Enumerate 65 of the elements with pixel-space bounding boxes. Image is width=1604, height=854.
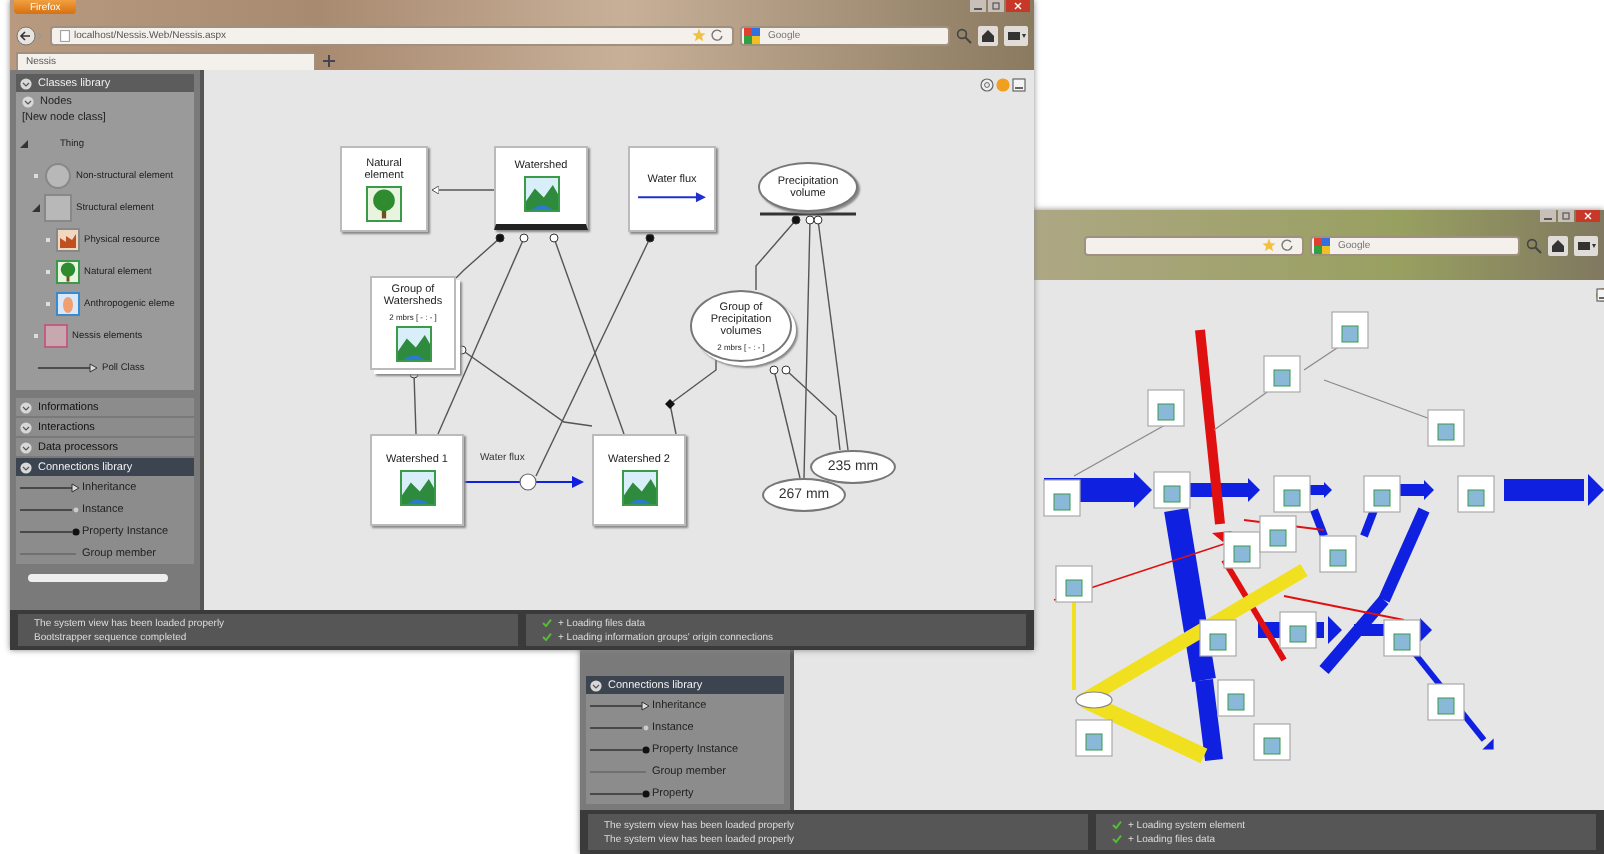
landscape-icon [523, 176, 559, 212]
landscape-icon [395, 326, 431, 362]
close-icon [1006, 0, 1030, 12]
property-instance-line-icon [20, 525, 80, 537]
reload-icon [710, 28, 724, 42]
collapsed-icon[interactable] [44, 268, 52, 276]
back-icon [16, 25, 44, 45]
menu-icon [1004, 25, 1028, 45]
property-instance-line-icon [590, 743, 650, 755]
collapse-icon [22, 95, 34, 107]
collapsed-icon[interactable] [32, 332, 40, 340]
person-icon [56, 292, 80, 316]
minimize-icon [970, 0, 986, 12]
home-icon [978, 25, 998, 45]
collapse-icon [20, 421, 32, 433]
arrow-icon [636, 189, 708, 205]
collapsed-icon[interactable] [44, 236, 52, 244]
maximize-icon [988, 0, 1004, 12]
collapsed-icon[interactable] [44, 300, 52, 308]
flow-arrow [463, 473, 584, 491]
collapsed-icon[interactable] [32, 172, 40, 180]
collapse-icon [20, 441, 32, 453]
expanded-icon[interactable] [32, 204, 40, 212]
tree-icon [366, 185, 402, 221]
new-tab-icon [320, 52, 338, 70]
search-engine-icon [1314, 237, 1330, 253]
maximize-icon [1558, 210, 1574, 222]
home-icon [1548, 235, 1568, 255]
circle-icon [996, 78, 1010, 92]
menu-icon [1574, 235, 1598, 255]
collapse-icon [590, 679, 602, 691]
tree-icon [56, 260, 80, 284]
instance-line-icon [590, 721, 650, 733]
collapse-icon [20, 401, 32, 413]
collapse-icon [20, 461, 32, 473]
expanded-icon[interactable] [20, 140, 28, 148]
instance-line-icon [20, 503, 80, 515]
connector-line-icon [38, 362, 98, 374]
group-member-line-icon [20, 547, 80, 559]
search-icon [956, 27, 972, 43]
separator-bar [760, 212, 856, 216]
landscape-icon [399, 470, 435, 506]
minimize-icon [1540, 210, 1556, 222]
factory-icon [56, 228, 80, 252]
star-icon [1262, 238, 1276, 252]
close-icon [1576, 210, 1600, 222]
landscape-icon [621, 470, 657, 506]
inheritance-line-icon [590, 699, 650, 711]
search-icon [1526, 237, 1542, 253]
star-icon [692, 28, 706, 42]
property-line-icon [590, 787, 650, 799]
address-bar[interactable] [1084, 235, 1304, 255]
search-engine-icon [744, 27, 760, 43]
connector-line [431, 185, 495, 195]
inheritance-line-icon [20, 481, 80, 493]
collapse-icon [20, 77, 32, 89]
reload-icon [1280, 238, 1294, 252]
square-icon [44, 324, 68, 348]
square-icon [44, 194, 72, 222]
page-icon [60, 29, 70, 41]
group-member-line-icon [590, 765, 650, 777]
circle-icon [44, 162, 72, 190]
window-icon [1012, 78, 1026, 92]
zoom-reset-icon [980, 78, 994, 92]
connector-line [665, 355, 717, 435]
